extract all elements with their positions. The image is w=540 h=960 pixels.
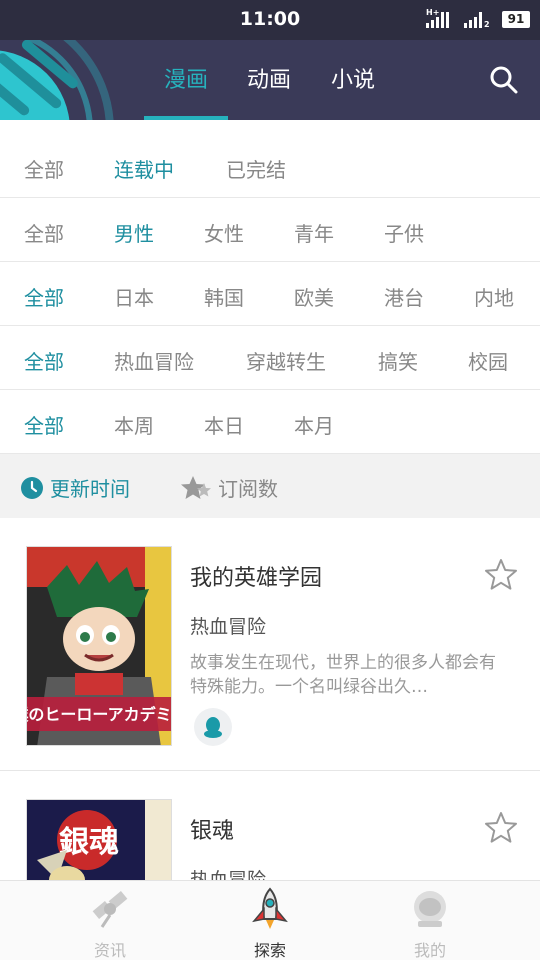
filter-region-japan[interactable]: 日本 bbox=[114, 282, 154, 311]
nav-news-label: 资讯 bbox=[93, 941, 126, 960]
filter-audience-male[interactable]: 男性 bbox=[114, 218, 154, 247]
filter-row-region: 全部 日本 韩国 欧美 港台 内地 bbox=[0, 262, 540, 326]
header-decoration-icon bbox=[0, 40, 114, 120]
cover-logo-text: 僕のヒーローアカデミア bbox=[27, 705, 172, 724]
filter-genre-adventure[interactable]: 热血冒险 bbox=[114, 346, 194, 375]
comic-title[interactable]: 银魂 bbox=[190, 813, 234, 845]
filter-region-mainland[interactable]: 内地 bbox=[474, 282, 514, 311]
filter-genre-all[interactable]: 全部 bbox=[24, 346, 64, 375]
rocket-icon bbox=[252, 887, 288, 929]
comic-title[interactable]: 我的英雄学园 bbox=[190, 560, 322, 592]
satellite-icon bbox=[92, 891, 128, 928]
nav-profile-label: 我的 bbox=[413, 941, 446, 960]
sort-update-time-label: 更新时间 bbox=[50, 477, 130, 501]
filter-region-hk-tw[interactable]: 港台 bbox=[384, 282, 424, 311]
filter-row-audience: 全部 男性 女性 青年 子供 bbox=[0, 198, 540, 262]
tab-anime[interactable]: 动画 bbox=[247, 62, 291, 94]
active-tab-indicator bbox=[144, 116, 228, 120]
filter-audience-youth[interactable]: 青年 bbox=[294, 218, 334, 247]
tab-novel[interactable]: 小说 bbox=[331, 62, 375, 94]
filter-region-all[interactable]: 全部 bbox=[24, 282, 64, 311]
stars-icon bbox=[181, 475, 211, 499]
sort-by-subscriptions[interactable]: 订阅数 bbox=[180, 473, 278, 502]
filter-period-week[interactable]: 本周 bbox=[114, 410, 154, 439]
nav-explore[interactable]: 探索 bbox=[210, 881, 330, 960]
astronaut-helmet-icon bbox=[414, 891, 446, 927]
filter-audience-all[interactable]: 全部 bbox=[24, 218, 64, 247]
comic-card[interactable]: 僕のヒーローアカデミア 我的英雄学园 热血冒险 故事发生在现代，世界上的很多人都… bbox=[0, 518, 540, 770]
battery-icon: 91 bbox=[502, 11, 530, 28]
filter-status-completed[interactable]: 已完结 bbox=[226, 154, 286, 183]
filter-period-day[interactable]: 本日 bbox=[204, 410, 244, 439]
sort-subscriptions-label: 订阅数 bbox=[218, 477, 278, 501]
search-icon[interactable] bbox=[488, 64, 520, 96]
filter-row-genre: 全部 热血冒险 穿越转生 搞笑 校园 bbox=[0, 326, 540, 390]
filter-region-korea[interactable]: 韩国 bbox=[204, 282, 244, 311]
filter-status-ongoing[interactable]: 连载中 bbox=[114, 154, 174, 183]
filter-audience-female[interactable]: 女性 bbox=[204, 218, 244, 247]
sort-by-update-time[interactable]: 更新时间 bbox=[20, 473, 130, 502]
filter-audience-kids[interactable]: 子供 bbox=[384, 218, 424, 247]
comic-genre: 热血冒险 bbox=[190, 616, 267, 638]
cover-logo-text: 銀魂 bbox=[59, 825, 119, 860]
nav-profile[interactable]: 我的 bbox=[370, 881, 490, 960]
status-bar: H+ 2 11:00 91 bbox=[0, 0, 540, 40]
filter-genre-isekai[interactable]: 穿越转生 bbox=[246, 346, 326, 375]
favorite-star-icon[interactable] bbox=[484, 811, 518, 845]
filter-status-all[interactable]: 全部 bbox=[24, 154, 64, 183]
comic-description: 故事发生在现代，世界上的很多人都会有特殊能力。一个名叫绿谷出久… bbox=[190, 653, 496, 697]
clock: 11:00 bbox=[239, 8, 301, 30]
nav-news[interactable]: 资讯 bbox=[50, 881, 170, 960]
filter-period-all[interactable]: 全部 bbox=[24, 410, 64, 439]
comic-cover-image[interactable]: 僕のヒーローアカデミア bbox=[26, 546, 172, 746]
favorite-star-icon[interactable] bbox=[484, 558, 518, 592]
filter-period-month[interactable]: 本月 bbox=[294, 410, 334, 439]
filter-genre-comedy[interactable]: 搞笑 bbox=[378, 346, 418, 375]
filter-row-period: 全部 本周 本日 本月 bbox=[0, 390, 540, 454]
bottom-navigation: 资讯 探索 我的 bbox=[0, 880, 540, 960]
nav-explore-label: 探索 bbox=[253, 941, 286, 960]
filter-genre-school[interactable]: 校园 bbox=[468, 346, 508, 375]
clock-icon bbox=[21, 476, 43, 499]
top-header: 漫画 动画 小说 bbox=[0, 40, 540, 120]
filter-row-status: 全部 连载中 已完结 bbox=[0, 134, 540, 198]
filter-region-western[interactable]: 欧美 bbox=[294, 282, 334, 311]
comic-card[interactable]: 銀魂 银魂 热血冒险 bbox=[0, 771, 540, 960]
tab-manga[interactable]: 漫画 bbox=[164, 62, 208, 94]
qq-source-icon[interactable] bbox=[194, 708, 232, 746]
sort-bar: 更新时间 订阅数 bbox=[0, 454, 540, 518]
